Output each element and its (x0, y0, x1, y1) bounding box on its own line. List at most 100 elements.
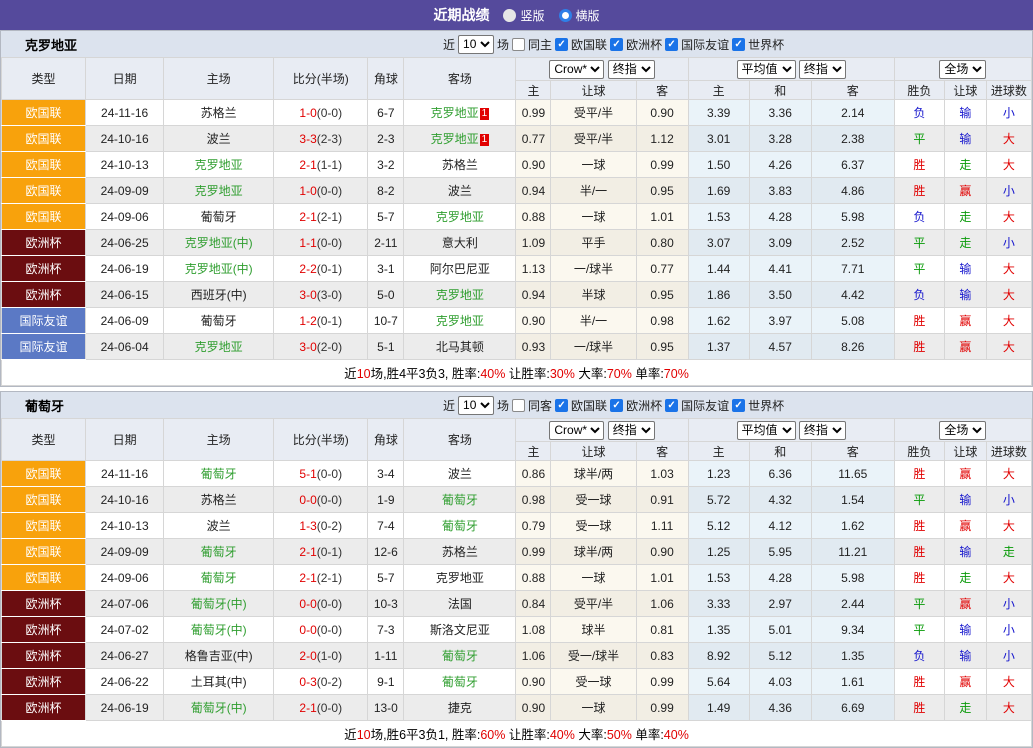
home-team-link[interactable]: 西班牙(中) (191, 288, 247, 302)
half-score: (3-0) (316, 287, 343, 302)
home-team-link[interactable]: 克罗地亚(中) (185, 262, 253, 276)
away-team-cell: 葡萄牙 (403, 486, 517, 513)
league-checkbox-0[interactable]: ✓ (555, 37, 569, 51)
league-checkbox-1[interactable]: ✓ (610, 37, 624, 51)
league-checkbox-0[interactable]: ✓ (555, 398, 569, 412)
away-team-link[interactable]: 克罗地亚 (431, 132, 479, 146)
away-team-link[interactable]: 苏格兰 (442, 158, 478, 172)
result-goals: 大 (985, 333, 1033, 360)
corner-count: 8-2 (367, 177, 405, 204)
home-team-link[interactable]: 格鲁吉亚(中) (185, 649, 253, 663)
result-handicap: 走 (943, 694, 987, 721)
league-checkbox-3[interactable]: ✓ (732, 37, 746, 51)
odds-handicap: 受一球 (550, 668, 637, 695)
layout-option-vertical[interactable]: 竖版 (503, 7, 545, 24)
match-row: 欧洲杯 24-06-15 西班牙(中) 3-0(3-0) 5-0 克罗地亚 0.94 半球 0.… (0, 281, 1033, 308)
home-team-link[interactable]: 葡萄牙 (201, 545, 237, 559)
avg-column-header: 主 (687, 441, 750, 461)
odds-final-select[interactable]: 终指 (607, 420, 655, 440)
avg-draw: 2.97 (748, 590, 812, 617)
same-home-checkbox[interactable] (512, 37, 526, 51)
score-cell: 1-0(0-0) (273, 177, 369, 204)
home-team-link[interactable]: 葡萄牙(中) (191, 623, 247, 637)
away-team-link[interactable]: 克罗地亚 (436, 288, 484, 302)
home-team-link[interactable]: 葡萄牙 (201, 314, 237, 328)
layout-option-horizontal[interactable]: 横版 (558, 7, 600, 24)
league-badge: 国际友谊 (0, 333, 87, 360)
home-team-link[interactable]: 葡萄牙(中) (191, 701, 247, 715)
scope-select[interactable]: 全场 (939, 420, 987, 440)
away-team-link[interactable]: 斯洛文尼亚 (430, 623, 490, 637)
away-team-link[interactable]: 波兰 (448, 184, 472, 198)
away-team-link[interactable]: 葡萄牙 (442, 493, 478, 507)
league-checkbox-2[interactable]: ✓ (665, 398, 679, 412)
league-checkbox-3[interactable]: ✓ (732, 398, 746, 412)
away-team-link[interactable]: 捷克 (448, 701, 472, 715)
radio-horizontal-icon[interactable] (558, 8, 572, 22)
result-wdl: 胜 (893, 538, 945, 565)
away-team-link[interactable]: 波兰 (448, 467, 472, 481)
odds-source-select[interactable]: Crow* (549, 420, 605, 440)
away-team-link[interactable]: 葡萄牙 (442, 519, 478, 533)
away-team-link[interactable]: 意大利 (442, 236, 478, 250)
home-team-link[interactable]: 葡萄牙 (201, 571, 237, 585)
avg-final-select[interactable]: 终指 (798, 420, 846, 440)
odds-source-select[interactable]: Crow* (549, 59, 605, 79)
home-team-link[interactable]: 苏格兰 (201, 106, 237, 120)
odds-handicap: 受平/半 (550, 590, 637, 617)
corner-count: 2-3 (367, 125, 405, 152)
avg-away: 2.52 (810, 229, 895, 256)
avg-source-select[interactable]: 平均值 (736, 420, 796, 440)
match-count-select[interactable]: 10 (458, 395, 495, 415)
result-handicap: 输 (943, 642, 987, 669)
avg-column-header: 和 (748, 441, 812, 461)
home-team-link[interactable]: 苏格兰 (201, 493, 237, 507)
summary-segment: 10 (356, 728, 371, 742)
home-team-link[interactable]: 波兰 (207, 132, 231, 146)
result-handicap: 赢 (943, 590, 987, 617)
result-wdl: 胜 (893, 668, 945, 695)
league-badge: 欧国联 (0, 512, 87, 539)
summary-segment: 40% (480, 367, 506, 381)
match-row: 国际友谊 24-06-09 葡萄牙 1-2(0-1) 10-7 克罗地亚 0.90 半/一 0.… (0, 307, 1033, 334)
avg-final-select[interactable]: 终指 (798, 59, 846, 79)
league-checkbox-label: 欧洲杯 (626, 37, 663, 52)
away-team-link[interactable]: 克罗地亚 (436, 314, 484, 328)
corner-count: 6-7 (367, 99, 405, 126)
avg-source-select[interactable]: 平均值 (736, 59, 796, 79)
away-team-link[interactable]: 北马其顿 (436, 340, 484, 354)
odds-final-select[interactable]: 终指 (607, 59, 655, 79)
home-team-link[interactable]: 葡萄牙 (201, 210, 237, 224)
league-checkbox-1[interactable]: ✓ (610, 398, 624, 412)
away-team-link[interactable]: 葡萄牙 (442, 675, 478, 689)
corner-count: 1-11 (367, 642, 405, 669)
league-checkbox-2[interactable]: ✓ (665, 37, 679, 51)
match-count-select[interactable]: 10 (458, 34, 495, 54)
home-team-link[interactable]: 克罗地亚 (195, 158, 243, 172)
league-badge: 欧国联 (0, 460, 87, 487)
home-team-link[interactable]: 波兰 (207, 519, 231, 533)
result-goals: 大 (985, 151, 1033, 178)
away-team-link[interactable]: 阿尔巴尼亚 (430, 262, 490, 276)
odds-away: 0.77 (635, 255, 689, 282)
home-team-link[interactable]: 克罗地亚 (195, 184, 243, 198)
away-team-link[interactable]: 法国 (448, 597, 472, 611)
radio-vertical-icon[interactable] (503, 8, 517, 22)
home-team-link[interactable]: 克罗地亚(中) (185, 236, 253, 250)
away-team-link[interactable]: 克罗地亚 (436, 571, 484, 585)
home-team-link[interactable]: 土耳其(中) (191, 675, 247, 689)
home-team-link[interactable]: 葡萄牙(中) (191, 597, 247, 611)
avg-source-group: 平均值 终指 (687, 418, 895, 442)
scope-select[interactable]: 全场 (939, 59, 987, 79)
home-team-link[interactable]: 克罗地亚 (195, 340, 243, 354)
full-score: 0-0 (299, 622, 317, 637)
away-team-link[interactable]: 克罗地亚 (436, 210, 484, 224)
away-team-link[interactable]: 葡萄牙 (442, 649, 478, 663)
half-score: (1-1) (316, 157, 343, 172)
avg-home: 5.12 (687, 512, 750, 539)
away-team-link[interactable]: 苏格兰 (442, 545, 478, 559)
home-team-link[interactable]: 葡萄牙 (201, 467, 237, 481)
same-away-checkbox[interactable] (512, 398, 526, 412)
column-header: 客场 (403, 57, 517, 100)
away-team-link[interactable]: 克罗地亚 (431, 106, 479, 120)
